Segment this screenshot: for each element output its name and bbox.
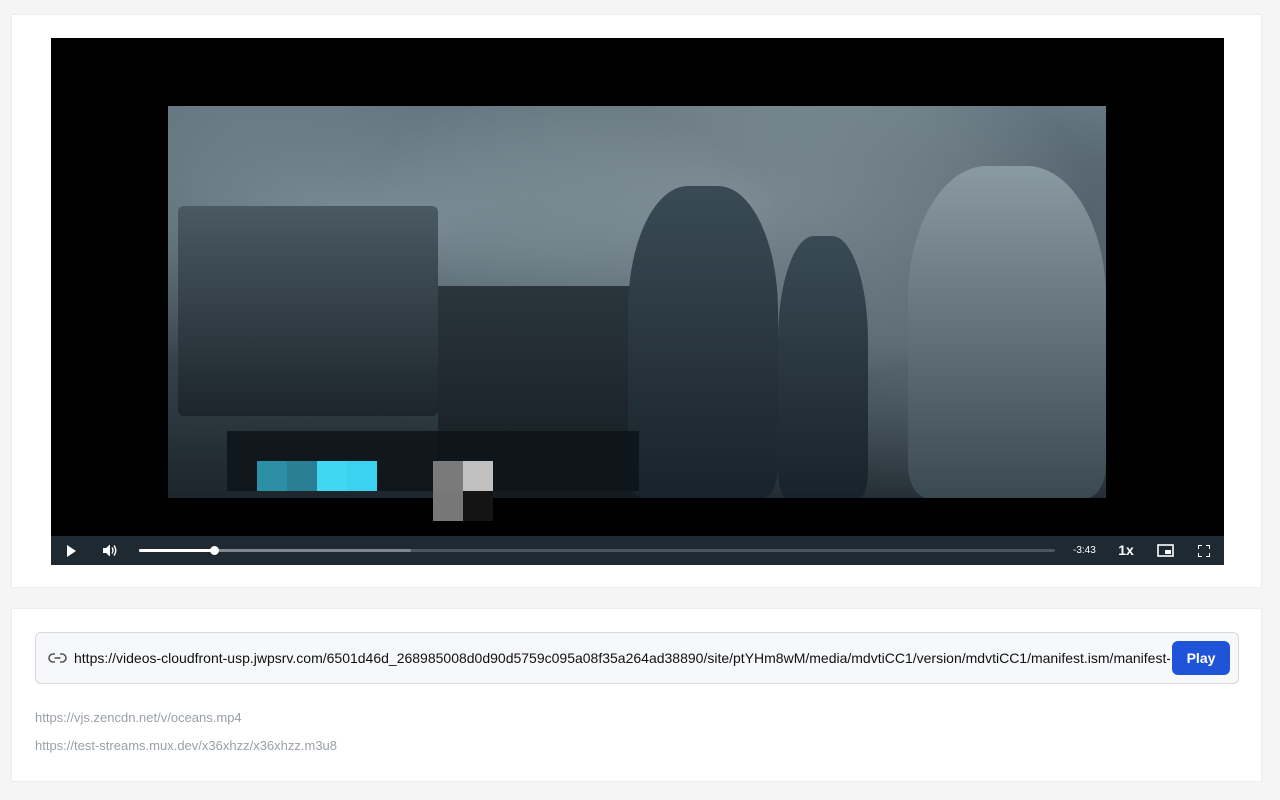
source-card: Play https://vjs.zencdn.net/v/oceans.mp4…: [11, 608, 1262, 782]
play-pause-button[interactable]: [56, 536, 86, 565]
seek-handle[interactable]: [210, 546, 220, 555]
suggestion-link[interactable]: https://vjs.zencdn.net/v/oceans.mp4: [35, 710, 242, 725]
played-bar: [139, 549, 215, 552]
frame-truck: [178, 206, 438, 416]
url-input[interactable]: [74, 643, 1170, 673]
playback-rate-button[interactable]: 1x: [1112, 536, 1140, 565]
volume-icon: [102, 544, 116, 557]
fullscreen-button[interactable]: [1189, 536, 1219, 565]
frame-person: [778, 236, 868, 498]
play-icon: [67, 544, 76, 557]
mute-button[interactable]: [95, 536, 125, 565]
progress-bar[interactable]: [139, 546, 1055, 555]
link-icon: [48, 653, 67, 663]
suggestion-link[interactable]: https://test-streams.mux.dev/x36xhzz/x36…: [35, 738, 337, 753]
video-player[interactable]: -3:43 1x: [51, 38, 1224, 565]
fullscreen-icon: [1198, 544, 1210, 557]
url-field-container[interactable]: Play: [35, 632, 1239, 684]
play-button[interactable]: Play: [1172, 641, 1230, 675]
remaining-time: -3:43: [1073, 545, 1096, 556]
frame-person: [908, 166, 1106, 498]
picture-in-picture-icon: [1156, 544, 1174, 557]
pip-button[interactable]: [1150, 536, 1180, 565]
subtitle-artifact: [227, 431, 639, 521]
control-bar: -3:43 1x: [51, 536, 1224, 565]
frame-person: [628, 186, 778, 498]
player-card: -3:43 1x: [11, 14, 1262, 588]
